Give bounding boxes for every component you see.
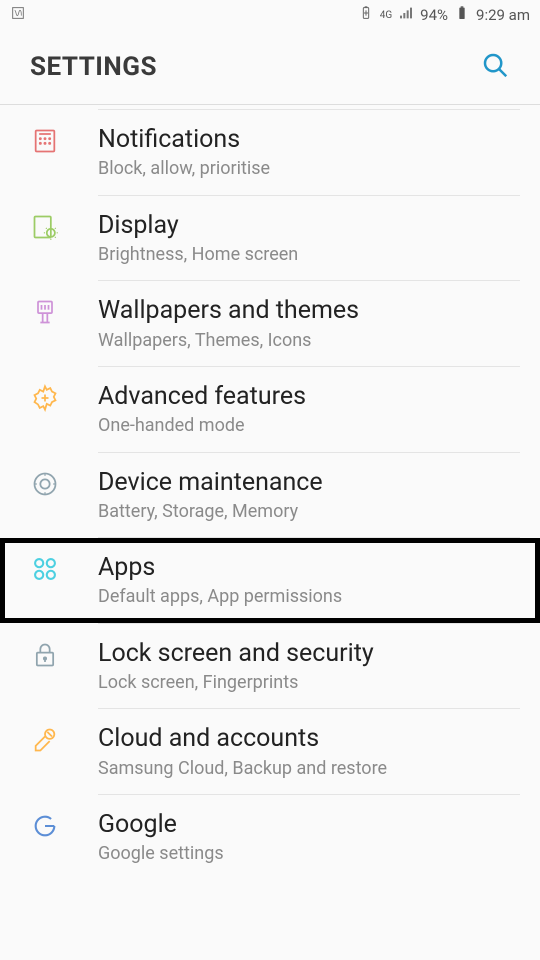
settings-item-device-maintenance[interactable]: Device maintenance Battery, Storage, Mem… <box>0 453 540 538</box>
wallpapers-icon <box>30 297 60 327</box>
clock-time: 9:29 am <box>476 6 530 24</box>
item-subtitle: Brightness, Home screen <box>98 243 522 266</box>
item-subtitle: Wallpapers, Themes, Icons <box>98 329 522 352</box>
settings-item-cloud-accounts[interactable]: Cloud and accounts Samsung Cloud, Backup… <box>0 709 540 794</box>
status-bar: 4G 94% 9:29 am <box>0 0 540 30</box>
settings-item-google[interactable]: Google Google settings <box>0 795 540 880</box>
item-title: Cloud and accounts <box>98 723 522 754</box>
google-icon <box>30 811 60 841</box>
item-title: Google <box>98 809 522 840</box>
display-icon <box>30 212 60 242</box>
item-title: Notifications <box>98 124 522 155</box>
item-subtitle: Default apps, App permissions <box>98 585 522 608</box>
notifications-icon <box>30 126 60 156</box>
item-title: Apps <box>98 552 522 583</box>
item-subtitle: Lock screen, Fingerprints <box>98 671 522 694</box>
lock-icon <box>30 640 60 670</box>
item-title: Advanced features <box>98 381 522 412</box>
settings-item-advanced-features[interactable]: Advanced features One-handed mode <box>0 367 540 452</box>
item-subtitle: Google settings <box>98 842 522 865</box>
item-subtitle: One-handed mode <box>98 414 522 437</box>
settings-list: Notifications Block, allow, prioritise D… <box>0 104 540 880</box>
item-subtitle: Battery, Storage, Memory <box>98 500 522 523</box>
signal-icon <box>398 5 414 25</box>
battery-icon <box>454 5 470 25</box>
battery-percentage: 94% <box>420 6 448 24</box>
battery-saver-icon <box>358 5 374 25</box>
apps-icon <box>30 554 60 584</box>
settings-item-display[interactable]: Display Brightness, Home screen <box>0 196 540 281</box>
item-title: Lock screen and security <box>98 638 522 669</box>
settings-item-wallpapers-themes[interactable]: Wallpapers and themes Wallpapers, Themes… <box>0 281 540 366</box>
item-subtitle: Samsung Cloud, Backup and restore <box>98 757 522 780</box>
advanced-features-icon <box>30 383 60 413</box>
header: SETTINGS <box>0 30 540 104</box>
search-button[interactable] <box>480 50 510 84</box>
page-title: SETTINGS <box>30 52 157 82</box>
settings-item-lock-screen-security[interactable]: Lock screen and security Lock screen, Fi… <box>0 624 540 709</box>
cloud-accounts-icon <box>30 725 60 755</box>
item-title: Wallpapers and themes <box>98 295 522 326</box>
settings-item-notifications[interactable]: Notifications Block, allow, prioritise <box>0 110 540 195</box>
network-type: 4G <box>380 10 392 21</box>
item-subtitle: Block, allow, prioritise <box>98 157 522 180</box>
item-title: Device maintenance <box>98 467 522 498</box>
device-maintenance-icon <box>30 469 60 499</box>
settings-item-apps[interactable]: Apps Default apps, App permissions <box>0 538 540 623</box>
item-title: Display <box>98 210 522 241</box>
nfc-icon <box>10 5 26 25</box>
